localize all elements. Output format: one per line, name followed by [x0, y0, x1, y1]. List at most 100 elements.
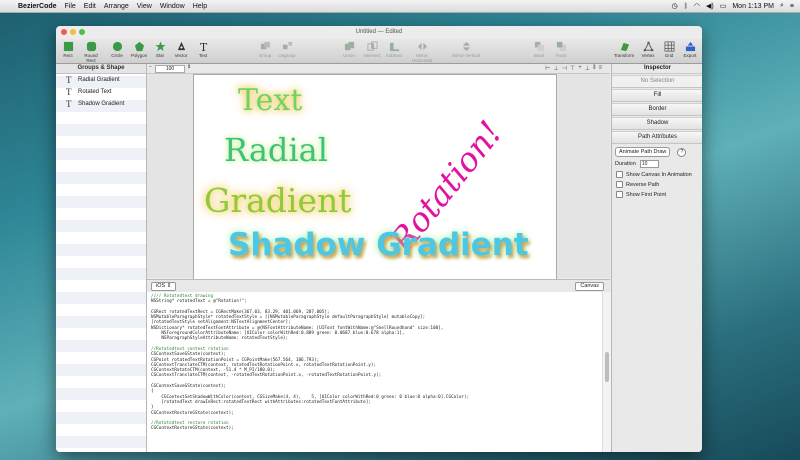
clock-text[interactable]: Mon 1:13 PM [732, 3, 774, 10]
time-machine-icon[interactable]: ◷ [672, 2, 678, 10]
menu-view[interactable]: View [137, 3, 152, 10]
border-section[interactable]: Border [612, 103, 702, 116]
zoom-out-icon[interactable]: − [149, 64, 152, 70]
text-tool-button[interactable]: T Text [192, 41, 214, 58]
export-button[interactable]: Export [679, 41, 701, 58]
export-icon [685, 41, 695, 52]
reverse-path-checkbox[interactable]: Reverse Path [616, 181, 702, 188]
bluetooth-icon[interactable]: ᛒ [684, 3, 688, 10]
duration-field[interactable]: 10 [639, 160, 659, 168]
distribute-h-icon[interactable]: ⫴ [593, 65, 596, 72]
code-scrollbar[interactable] [602, 292, 611, 452]
minimize-window-icon[interactable] [70, 29, 76, 35]
zoom-stepper-icon[interactable]: ⇕ [187, 64, 191, 70]
align-bottom-icon[interactable]: ⊥ [585, 65, 590, 72]
zoom-field[interactable]: 100 [155, 65, 185, 73]
align-middle-icon[interactable]: + [578, 65, 582, 72]
art-text-gradient[interactable]: Gradient [204, 181, 352, 220]
union-icon [344, 41, 354, 51]
artboard[interactable]: Text Radial Gradient Rotation! Shadow Gr… [193, 74, 557, 280]
send-back-icon [534, 41, 544, 52]
menu-edit[interactable]: Edit [84, 3, 96, 10]
text-shape-icon: T [66, 87, 72, 97]
volume-icon[interactable]: ◀) [706, 2, 714, 10]
groups-shape-sidebar: Groups & Shape T Radial Gradient T Rotat… [56, 64, 147, 452]
chevron-updown-icon: ⇕ [166, 283, 172, 289]
svg-text:T: T [199, 41, 207, 52]
code-scrollbar-thumb[interactable] [605, 352, 609, 382]
union-tool-button[interactable]: Union [338, 41, 360, 58]
animate-path-draw-button[interactable]: Animate Path Draw [615, 147, 671, 157]
rect-icon [63, 41, 73, 52]
main-window: Untitled — Edited Rect Round Rect Circle… [56, 26, 702, 452]
vector-pen-icon [177, 41, 185, 51]
zoom-window-icon[interactable] [79, 29, 85, 35]
vector-tool-button[interactable]: Vector [170, 41, 192, 58]
menu-app-name[interactable]: BezierCode [18, 3, 57, 10]
platform-popup[interactable]: iOS ⇕ [151, 282, 177, 291]
text-icon: T [199, 41, 207, 52]
show-canvas-in-animation-checkbox[interactable]: Show Canvas In Animation [616, 171, 702, 178]
rect-tool-button[interactable]: Rect [57, 41, 79, 58]
duration-row: Duration 10 [615, 160, 702, 168]
menu-help[interactable]: Help [193, 3, 207, 10]
bring-front-button[interactable]: Front [550, 41, 572, 58]
mirror-vertical-tool-button[interactable]: Mirror Vertical [452, 41, 480, 58]
menu-file[interactable]: File [65, 3, 76, 10]
star-tool-button[interactable]: Star [149, 41, 171, 58]
intersect-tool-button[interactable]: Intersect [361, 41, 383, 58]
sidebar-header: Groups & Shape [56, 64, 146, 74]
inspector-panel: Inspector No Selection Fill Border Shado… [611, 64, 702, 452]
star-icon [154, 41, 166, 52]
fill-section[interactable]: Fill [612, 89, 702, 102]
art-text-shadow-gradient[interactable]: Shadow Gradient [228, 227, 529, 263]
grid-button[interactable]: Grid [658, 41, 680, 58]
canvas-area: − 100 ⇕ ⊢ ⊥ ⊣ ⊤ + ⊥ ⫴ ≡ Text Radial Grad… [147, 64, 610, 280]
battery-icon[interactable]: ▭ [720, 2, 727, 10]
duration-label: Duration [615, 161, 636, 167]
menu-window[interactable]: Window [160, 3, 185, 10]
window-title: Untitled — Edited [355, 29, 403, 35]
mirror-horizontal-tool-button[interactable]: Mirror Horizontal [408, 41, 436, 63]
checkbox-box [616, 171, 623, 178]
sidebar-item-rotated-text[interactable]: T Rotated Text [56, 86, 146, 98]
align-left-icon[interactable]: ⊢ [545, 65, 550, 72]
menu-arrange[interactable]: Arrange [104, 3, 129, 10]
circle-tool-button[interactable]: Circle [106, 41, 128, 58]
wifi-icon[interactable]: ◠ [694, 2, 700, 10]
art-text-radial[interactable]: Radial [224, 131, 328, 169]
spotlight-icon[interactable]: ⌕ [780, 2, 784, 10]
help-button[interactable]: ? [677, 147, 687, 157]
close-window-icon[interactable] [61, 29, 67, 35]
sidebar-item-radial-gradient[interactable]: T Radial Gradient [56, 74, 146, 86]
subtract-icon [389, 42, 399, 52]
distribute-v-icon[interactable]: ≡ [598, 65, 602, 72]
transform-button[interactable]: Transform [613, 41, 635, 58]
vertex-button[interactable]: Vertex [637, 41, 659, 58]
notification-center-icon[interactable]: ≡ [790, 3, 794, 10]
group-tool-button[interactable]: Group [254, 41, 276, 58]
toolbar: Rect Round Rect Circle Polygon Star Vect… [56, 39, 702, 64]
subtract-tool-button[interactable]: Subtract [383, 41, 405, 58]
menu-status-area: ◷ ᛒ ◠ ◀) ▭ Mon 1:13 PM ⌕ ≡ [672, 2, 800, 10]
ungroup-tool-button[interactable]: Ungroup [276, 41, 298, 58]
canvas-button[interactable]: Canvas [575, 282, 604, 291]
round-rect-icon [86, 41, 96, 52]
round-rect-tool-button[interactable]: Round Rect [80, 41, 102, 63]
menu-bar: BezierCode File Edit Arrange View Window… [0, 0, 800, 13]
send-back-button[interactable]: Back [528, 41, 550, 58]
circle-icon [112, 41, 122, 52]
shadow-section[interactable]: Shadow [612, 117, 702, 130]
sidebar-item-label: Rotated Text [78, 89, 112, 95]
code-editor[interactable]: //// Rotatedtext drawing NSString* rotate… [147, 292, 602, 452]
art-text-text[interactable]: Text [238, 83, 302, 118]
show-first-point-checkbox[interactable]: Show First Point [616, 191, 702, 198]
align-center-icon[interactable]: ⊥ [554, 65, 559, 72]
path-attributes-section[interactable]: Path Attributes [612, 131, 702, 144]
sidebar-item-label: Shadow Gradient [78, 101, 125, 107]
polygon-tool-button[interactable]: Polygon [128, 41, 150, 58]
align-right-icon[interactable]: ⊣ [562, 65, 567, 72]
sidebar-item-shadow-gradient[interactable]: T Shadow Gradient [56, 98, 146, 110]
align-top-icon[interactable]: ⊤ [570, 65, 575, 72]
inspector-title: Inspector [612, 64, 702, 74]
